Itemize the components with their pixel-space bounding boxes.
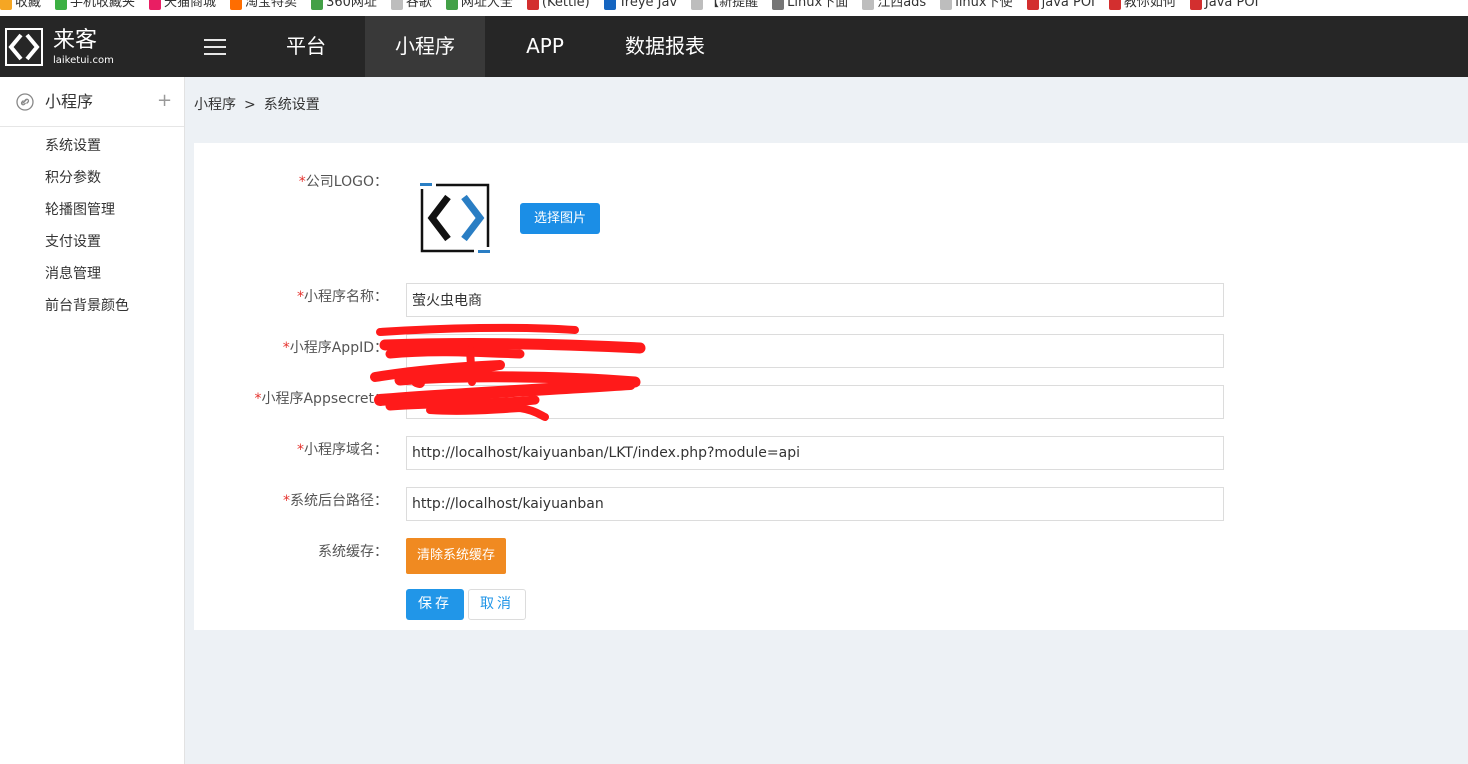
- bookmark-label: 江西ads: [877, 0, 927, 10]
- bookmark-item[interactable]: 天猫商城: [149, 0, 216, 10]
- save-button[interactable]: 保存: [406, 589, 464, 620]
- name-label: *小程序名称：: [297, 289, 388, 305]
- bookmark-label: 教你如何: [1123, 0, 1176, 10]
- breadcrumb-current: 系统设置: [263, 97, 320, 113]
- cancel-button[interactable]: 取消: [468, 589, 526, 620]
- bookmark-item[interactable]: 手机收藏夹: [55, 0, 135, 10]
- bookmark-item[interactable]: linux下使: [940, 0, 1013, 10]
- bookmark-label: 天猫商城: [164, 0, 217, 10]
- bookmark-label: 网址大全: [460, 0, 513, 10]
- brand-name: 来客: [53, 28, 98, 53]
- bookmark-label: 手机收藏夹: [70, 0, 136, 10]
- expand-plus-icon[interactable]: +: [157, 91, 172, 111]
- bookmark-label: linux下使: [955, 0, 1013, 10]
- breadcrumb: 小程序 > 系统设置: [194, 95, 320, 115]
- csdn-icon: [1108, 0, 1121, 10]
- form-label-column: *公司LOGO： *小程序名称： *小程序AppID： *小程序Appsecre…: [194, 143, 388, 630]
- bookmark-item[interactable]: 【新提醒: [691, 0, 758, 10]
- choose-image-button[interactable]: 选择图片: [520, 203, 600, 234]
- nav-miniprogram[interactable]: 小程序: [365, 16, 485, 77]
- phone-icon: [55, 0, 68, 10]
- domain-label: *小程序域名：: [297, 442, 388, 458]
- menu-toggle-icon[interactable]: [204, 39, 226, 55]
- bookmark-label: (Kettle): [541, 0, 590, 10]
- cnblogs-icon: [603, 0, 616, 10]
- star-icon: [0, 0, 12, 10]
- bookmark-label: 360网址: [326, 0, 377, 10]
- brand-domain: laiketui.com: [53, 55, 114, 66]
- page-icon: [862, 0, 875, 10]
- bookmark-item[interactable]: 360网址: [311, 0, 377, 10]
- backend-path-input[interactable]: [406, 487, 1224, 521]
- brand-logo[interactable]: 来客 laiketui.com: [5, 28, 115, 68]
- bookmark-item[interactable]: java POI: [1026, 0, 1095, 10]
- bookmark-item[interactable]: Linux下面: [772, 0, 848, 10]
- bookmark-item[interactable]: 网址大全: [445, 0, 513, 10]
- bookmark-item[interactable]: 江西ads: [862, 0, 926, 10]
- sidebar-item-payment[interactable]: 支付设置: [45, 232, 101, 252]
- cache-label: 系统缓存：: [318, 544, 388, 560]
- redaction-scribble: [370, 323, 646, 421]
- taobao-icon: [230, 0, 243, 10]
- sidebar-item-messages[interactable]: 消息管理: [45, 264, 101, 284]
- page-icon: [390, 0, 403, 10]
- bookmark-item[interactable]: (Kettle): [526, 0, 590, 10]
- logo-label: *公司LOGO：: [298, 174, 388, 190]
- sidebar-item-banner[interactable]: 轮播图管理: [45, 200, 115, 220]
- link-circle-icon: [16, 93, 34, 111]
- breadcrumb-parent[interactable]: 小程序: [194, 97, 236, 113]
- bookmark-label: 【新提醒: [706, 0, 759, 10]
- csdn-icon: [526, 0, 539, 10]
- bookmark-item[interactable]: 淘宝特卖: [230, 0, 297, 10]
- tmall-icon: [149, 0, 162, 10]
- csdn-icon: [1189, 0, 1202, 10]
- nav-app[interactable]: APP: [505, 16, 585, 77]
- page-icon: [691, 0, 704, 10]
- bookmark-label: 淘宝特卖: [245, 0, 298, 10]
- clear-cache-button[interactable]: 清除系统缓存: [406, 538, 506, 574]
- bookmark-item[interactable]: 收藏: [0, 0, 41, 10]
- link-icon: [772, 0, 785, 10]
- bookmark-label: 收藏: [15, 0, 42, 10]
- sidebar-item-system-settings[interactable]: 系统设置: [45, 136, 101, 156]
- domain-input[interactable]: [406, 436, 1224, 470]
- bookmark-item[interactable]: Java POI: [1189, 0, 1259, 10]
- sidebar: 小程序 + 系统设置 积分参数 轮播图管理 支付设置 消息管理 前台背景颜色: [0, 77, 185, 764]
- bookmark-label: Linux下面: [787, 0, 849, 10]
- 360-icon: [445, 0, 458, 10]
- bookmark-label: 谷歌: [405, 0, 432, 10]
- breadcrumb-separator: >: [244, 97, 256, 113]
- csdn-icon: [1026, 0, 1039, 10]
- miniprogram-name-input[interactable]: [406, 283, 1224, 317]
- bookmark-label: Treye Jav: [618, 0, 678, 10]
- 360-icon: [311, 0, 324, 10]
- nav-platform[interactable]: 平台: [266, 16, 346, 77]
- sidebar-item-bg-color[interactable]: 前台背景颜色: [45, 296, 129, 316]
- bookmark-item[interactable]: 教你如何: [1108, 0, 1176, 10]
- page-icon: [940, 0, 953, 10]
- sidebar-item-points[interactable]: 积分参数: [45, 168, 101, 188]
- nav-data-report[interactable]: 数据报表: [605, 16, 725, 77]
- bookmarks-bar: 收藏 手机收藏夹 天猫商城 淘宝特卖 360网址 谷歌 网址大全 (Kettle) Treye …: [0, 0, 1468, 16]
- sidebar-title: 小程序: [45, 92, 94, 111]
- backend-path-label: *系统后台路径：: [283, 493, 388, 509]
- bookmark-item[interactable]: Treye Jav: [603, 0, 678, 10]
- brand-logo-icon: [5, 28, 43, 66]
- top-navbar: 来客 laiketui.com 平台 小程序 APP 数据报表: [0, 16, 1468, 77]
- company-logo-preview: [420, 183, 490, 253]
- bookmark-label: java POI: [1041, 0, 1095, 10]
- bookmark-item[interactable]: 谷歌: [390, 0, 432, 10]
- sidebar-header[interactable]: 小程序 +: [0, 77, 184, 127]
- bookmark-label: Java POI: [1204, 0, 1259, 10]
